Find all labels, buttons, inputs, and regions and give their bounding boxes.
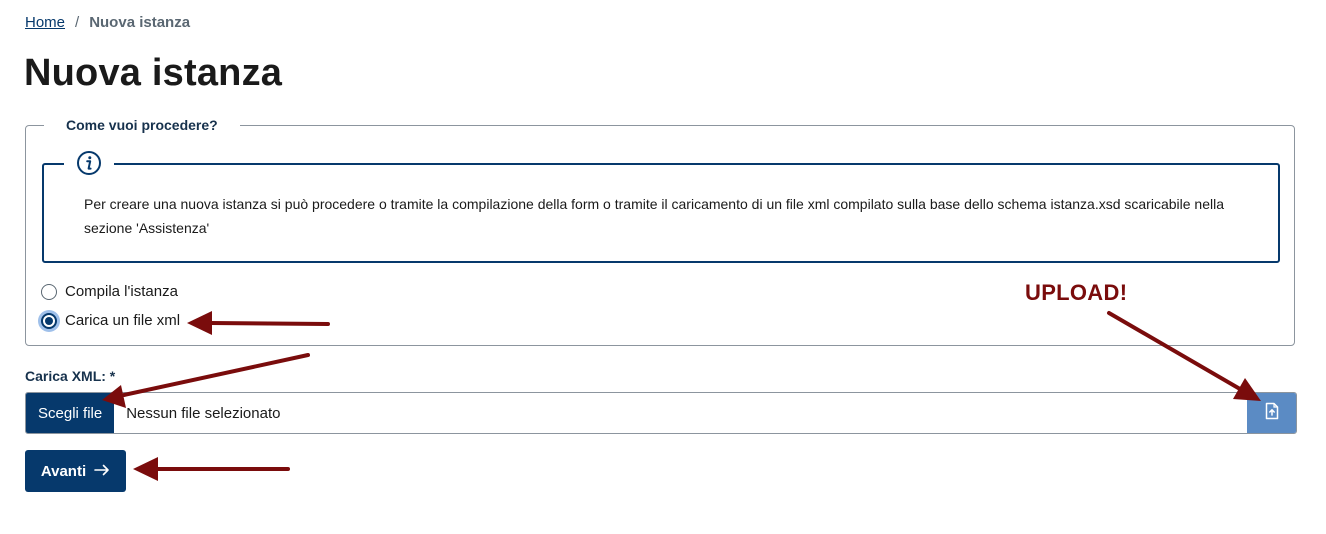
upload-label: Carica XML: *	[25, 368, 116, 384]
breadcrumb-current: Nuova istanza	[89, 14, 191, 31]
radio-button[interactable]	[41, 283, 57, 300]
upload-annotation-label: UPLOAD!	[1025, 280, 1128, 305]
radio-label: Carica un file xml	[65, 312, 181, 329]
next-button-label: Avanti	[40, 462, 87, 480]
next-button[interactable]: Avanti	[25, 450, 126, 492]
choose-file-button[interactable]: Scegli file	[26, 393, 115, 433]
info-circle-icon	[76, 150, 102, 181]
arrow-right-icon	[94, 463, 110, 480]
breadcrumb-home-link[interactable]: Home	[25, 14, 65, 31]
breadcrumb-separator: /	[75, 14, 80, 31]
info-text: Per creare una nuova istanza si può proc…	[84, 196, 1225, 236]
breadcrumb: Home / Nuova istanza	[25, 14, 190, 31]
file-upload-icon	[1264, 402, 1280, 425]
radio-carica-file-xml[interactable]: Carica un file xml	[41, 312, 180, 329]
upload-button[interactable]	[1247, 393, 1296, 433]
page: Home / Nuova istanza Nuova istanza Come …	[0, 0, 1326, 534]
radio-label: Compila l'istanza	[65, 283, 178, 300]
page-title: Nuova istanza	[24, 52, 283, 94]
procedure-legend: Come vuoi procedere?	[66, 117, 218, 133]
annotation-arrow-next	[133, 457, 290, 481]
selected-file-name: Nessun file selezionato	[126, 404, 281, 422]
file-input[interactable]: Scegli file Nessun file selezionato	[25, 392, 1297, 434]
radio-compila-istanza[interactable]: Compila l'istanza	[41, 283, 178, 300]
radio-button-checked[interactable]	[41, 312, 57, 329]
info-callout: Per creare una nuova istanza si può proc…	[42, 150, 1280, 263]
